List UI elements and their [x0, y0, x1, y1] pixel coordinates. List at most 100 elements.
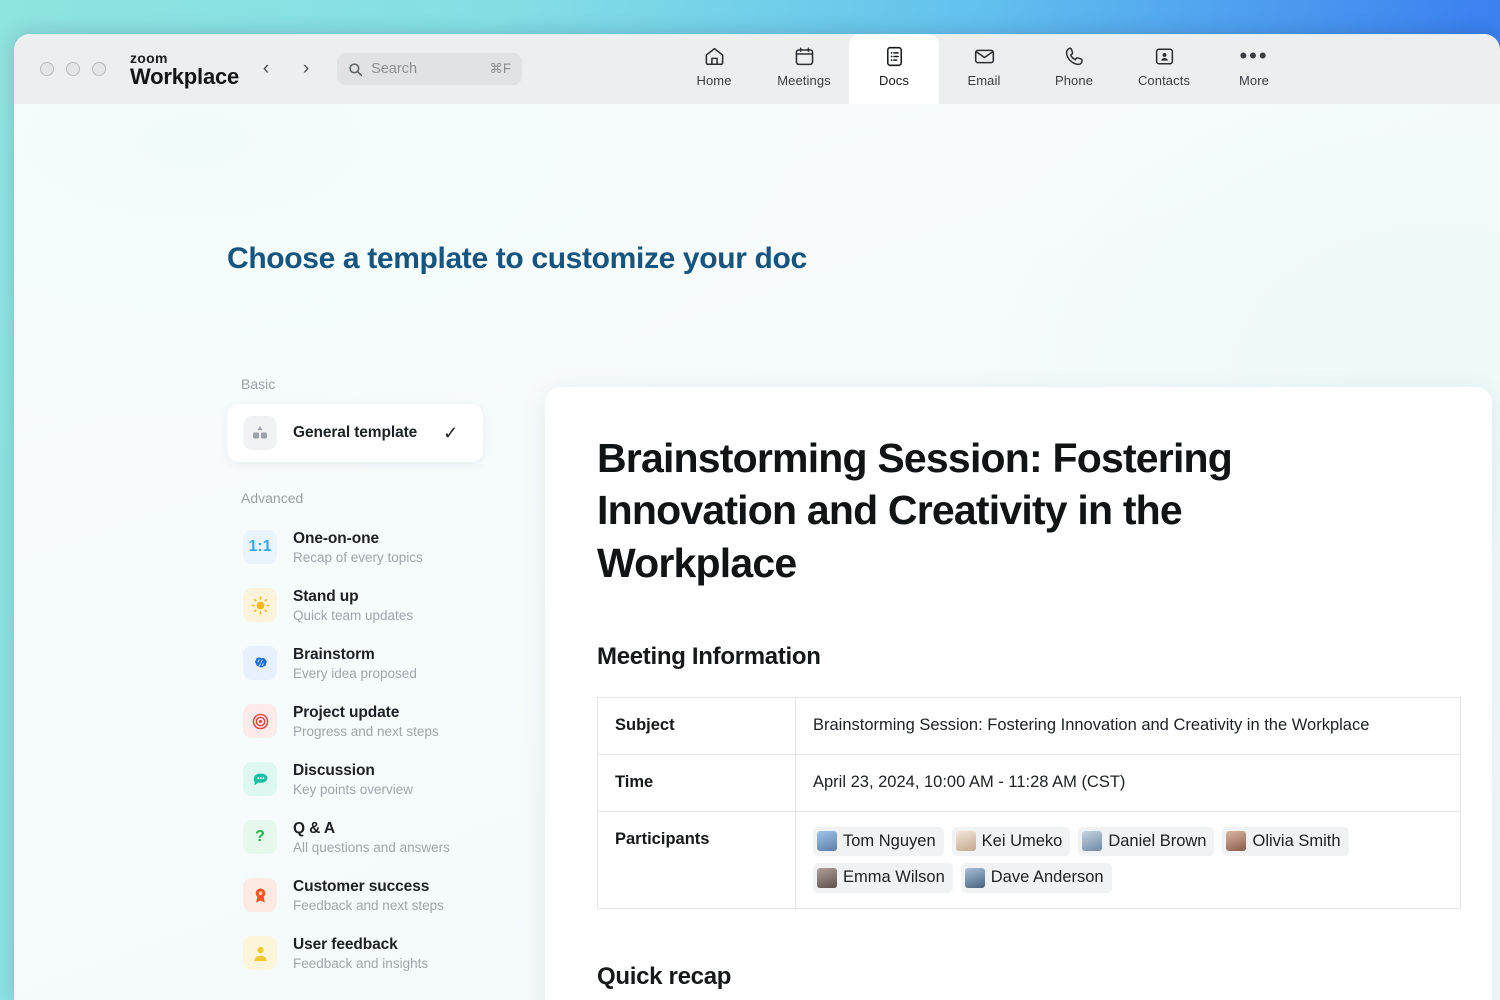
- window-controls: [40, 62, 106, 76]
- sidebar-item-desc: Key points overview: [293, 781, 414, 797]
- participant-chip-list: Tom Nguyen Kei Umeko Daniel Brown Olivia…: [813, 826, 1443, 893]
- document-icon: [883, 44, 906, 68]
- sidebar-item-brainstorm[interactable]: Brainstorm Every idea proposed: [227, 634, 527, 692]
- sidebar-item-text: Project update Progress and next steps: [293, 704, 439, 739]
- sidebar-item-qa[interactable]: ? Q & A All questions and answers: [227, 808, 527, 866]
- participant-name: Tom Nguyen: [843, 831, 936, 850]
- sidebar-item-text: Q & A All questions and answers: [293, 820, 450, 855]
- avatar: [817, 831, 837, 852]
- doc-section-quick-recap: Quick recap: [597, 962, 732, 990]
- sidebar-item-name: User feedback: [293, 935, 398, 953]
- participant-chip[interactable]: Kei Umeko: [951, 826, 1071, 857]
- doc-title: Brainstorming Session: Fostering Innovat…: [597, 435, 1233, 586]
- tab-contacts[interactable]: Contacts: [1119, 34, 1209, 104]
- sidebar-item-name: Project update: [293, 703, 400, 721]
- sidebar-item-name: Q & A: [293, 819, 335, 837]
- close-window-button[interactable]: [40, 62, 54, 76]
- brand-zoom-text: zoom: [130, 49, 168, 66]
- participant-chip[interactable]: Tom Nguyen: [813, 826, 944, 857]
- document-preview-card: Brainstorming Session: Fostering Innovat…: [545, 387, 1492, 1000]
- avatar: [955, 831, 976, 852]
- question-mark-icon: ?: [243, 820, 277, 854]
- check-icon: ✓: [443, 422, 459, 443]
- participant-name: Dave Anderson: [990, 868, 1104, 887]
- brand-workplace-text: Workplace: [130, 63, 240, 89]
- sidebar-item-user-feedback[interactable]: User feedback Feedback and insights: [227, 924, 527, 982]
- table-row: Subject Brainstorming Session: Fostering…: [597, 697, 1461, 755]
- tab-email[interactable]: Email: [939, 34, 1029, 104]
- zoom-workplace-window: zoom Workplace ‹ › Search ⌘F Home Meetin…: [14, 34, 1500, 1000]
- table-cell-key: Participants: [597, 810, 796, 909]
- participant-chip[interactable]: Dave Anderson: [960, 863, 1112, 893]
- sidebar-item-text: General template: [293, 424, 417, 442]
- minimize-window-button[interactable]: [66, 62, 80, 76]
- tab-meetings[interactable]: Meetings: [759, 34, 849, 104]
- sidebar-item-desc: Progress and next steps: [293, 723, 439, 739]
- participant-chip[interactable]: Emma Wilson: [813, 863, 953, 893]
- template-chooser-page: Choose a template to customize your doc …: [14, 104, 1500, 1000]
- award-ribbon-icon: [243, 878, 277, 912]
- sidebar-item-name: General template: [293, 424, 418, 441]
- maximize-window-button[interactable]: [92, 62, 106, 76]
- calendar-icon: [793, 44, 816, 68]
- sidebar-item-desc: Recap of every topics: [293, 549, 423, 565]
- phone-icon: [1063, 44, 1086, 68]
- search-input[interactable]: Search ⌘F: [337, 53, 523, 85]
- forward-arrow-icon[interactable]: ›: [293, 54, 319, 84]
- table-cell-key: Subject: [597, 697, 796, 755]
- sidebar-item-one-on-one[interactable]: 1:1 One-on-one Recap of every topics: [227, 518, 527, 576]
- sidebar-item-desc: All questions and answers: [293, 839, 450, 855]
- tab-phone[interactable]: Phone: [1029, 34, 1119, 104]
- tab-home-label: Home: [696, 73, 732, 88]
- window-titlebar: zoom Workplace ‹ › Search ⌘F Home Meetin…: [14, 34, 1500, 104]
- sidebar-item-text: One-on-one Recap of every topics: [293, 530, 423, 565]
- sidebar-item-text: Stand up Quick team updates: [293, 588, 413, 623]
- speech-bubble-icon: [243, 762, 277, 796]
- participant-chip[interactable]: Daniel Brown: [1078, 826, 1215, 857]
- tab-home[interactable]: Home: [669, 34, 759, 104]
- tab-more[interactable]: ••• More: [1209, 34, 1299, 104]
- participant-name: Olivia Smith: [1252, 831, 1341, 850]
- sidebar-item-general-template[interactable]: General template ✓: [227, 404, 483, 462]
- search-icon: [348, 62, 363, 77]
- home-icon: [703, 44, 726, 68]
- tab-phone-label: Phone: [1054, 73, 1094, 88]
- sidebar-item-name: Stand up: [293, 587, 359, 605]
- sidebar-item-discussion[interactable]: Discussion Key points overview: [227, 750, 527, 808]
- table-cell-value: April 23, 2024, 10:00 AM - 11:28 AM (CST…: [795, 753, 1461, 812]
- sidebar-item-customer-success[interactable]: Customer success Feedback and next steps: [227, 866, 527, 924]
- brain-icon: [243, 646, 277, 680]
- sidebar-item-stand-up[interactable]: Stand up Quick team updates: [227, 576, 527, 634]
- sidebar-item-desc: Feedback and insights: [293, 955, 429, 971]
- tab-contacts-label: Contacts: [1137, 73, 1191, 88]
- avatar: [964, 867, 985, 888]
- one-on-one-icon: 1:1: [243, 530, 277, 564]
- avatar: [1226, 831, 1247, 852]
- sidebar-item-desc: Every idea proposed: [293, 665, 417, 681]
- shapes-icon: [243, 416, 277, 450]
- table-cell-value: Brainstorming Session: Fostering Innovat…: [795, 697, 1461, 755]
- sidebar-group-basic-label: Basic: [241, 376, 276, 392]
- tab-more-label: More: [1238, 73, 1270, 88]
- search-placeholder: Search: [371, 61, 418, 77]
- main-tabs: Home Meetings Docs Email Phone Contacts …: [669, 34, 1299, 104]
- participant-chip[interactable]: Olivia Smith: [1222, 826, 1349, 857]
- sidebar-item-desc: Quick team updates: [293, 607, 414, 623]
- sidebar-item-name: Customer success: [293, 877, 430, 895]
- sidebar-item-text: Customer success Feedback and next steps: [293, 878, 444, 913]
- tab-docs[interactable]: Docs: [849, 34, 939, 104]
- tab-meetings-label: Meetings: [777, 73, 831, 88]
- back-arrow-icon[interactable]: ‹: [253, 54, 279, 84]
- template-sidebar: Basic General template ✓ Advanced 1:1 On…: [227, 376, 527, 1000]
- avatar: [817, 867, 837, 888]
- tab-docs-label: Docs: [878, 73, 910, 88]
- table-row: Participants Tom Nguyen Kei Umeko Daniel…: [597, 810, 1461, 909]
- sidebar-item-project-update[interactable]: Project update Progress and next steps: [227, 692, 527, 750]
- sidebar-item-text: User feedback Feedback and insights: [293, 936, 428, 971]
- avatar: [1082, 831, 1103, 852]
- sun-icon: [243, 588, 277, 622]
- participant-name: Emma Wilson: [843, 868, 945, 887]
- meeting-information-table: Subject Brainstorming Session: Fostering…: [597, 697, 1461, 909]
- app-brand: zoom Workplace: [130, 51, 239, 88]
- sidebar-item-name: Brainstorm: [293, 645, 375, 663]
